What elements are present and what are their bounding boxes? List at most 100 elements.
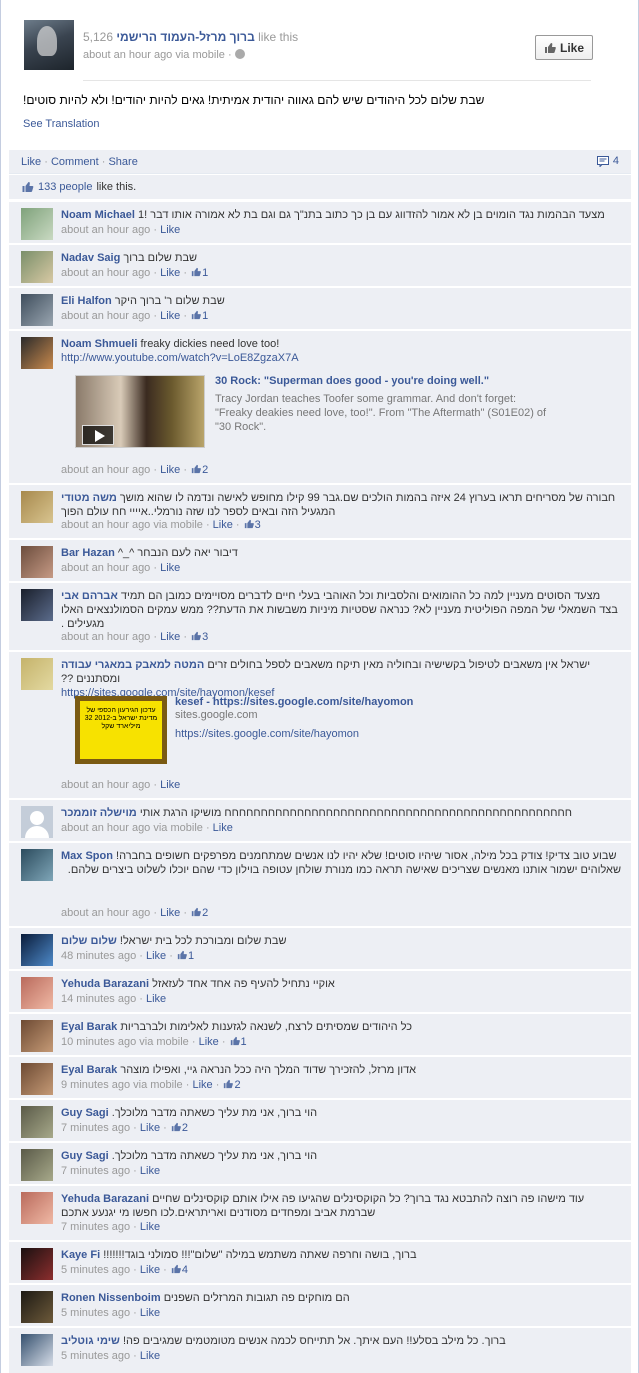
comment-time[interactable]: 10 minutes ago via mobile <box>61 1036 189 1048</box>
comment-time[interactable]: about an hour ago <box>61 779 150 791</box>
comment-like-link[interactable]: Like <box>140 1264 160 1276</box>
comment-like-link[interactable]: Like <box>160 267 180 279</box>
commenter-avatar[interactable] <box>21 589 53 621</box>
like-page-button[interactable]: Like <box>535 35 593 60</box>
commenter-avatar[interactable] <box>21 1291 53 1323</box>
commenter-name[interactable]: אברהם אבי <box>61 590 118 602</box>
commenter-name[interactable]: Noam Michael <box>61 209 135 221</box>
commenter-name[interactable]: שלום שלום <box>61 935 117 947</box>
comment-link-url[interactable]: http://www.youtube.com/watch?v=LoE8ZgzaX… <box>61 352 299 364</box>
comment-time[interactable]: 5 minutes ago <box>61 1350 130 1362</box>
commenter-avatar[interactable] <box>21 849 53 881</box>
commenter-avatar[interactable] <box>21 934 53 966</box>
comment-like-count[interactable]: 2 <box>190 907 208 919</box>
comment-like-link[interactable]: Like <box>213 519 233 531</box>
comment-like-link[interactable]: Like <box>140 1122 160 1134</box>
comment-link[interactable]: Comment <box>51 156 99 168</box>
commenter-name[interactable]: מוישלה זוממכר <box>61 807 137 819</box>
commenter-avatar[interactable] <box>21 977 53 1009</box>
commenter-name[interactable]: Eli Halfon <box>61 295 112 307</box>
comment-time[interactable]: 7 minutes ago <box>61 1165 130 1177</box>
comment-like-count[interactable]: 4 <box>170 1264 188 1276</box>
commenter-name[interactable]: Noam Shmueli <box>61 338 137 350</box>
post-time[interactable]: about an hour ago via mobile <box>83 49 225 61</box>
page-name-link[interactable]: ברוך מרזל-העמוד הרישמי <box>116 30 254 44</box>
comment-like-link[interactable]: Like <box>146 993 166 1005</box>
commenter-avatar[interactable] <box>21 1149 53 1181</box>
commenter-name[interactable]: Ronen Nissenboim <box>61 1292 161 1304</box>
commenter-name[interactable]: Nadav Saig <box>61 252 120 264</box>
comment-like-count[interactable]: 1 <box>176 950 194 962</box>
commenter-avatar[interactable] <box>21 1248 53 1280</box>
comment-like-link[interactable]: Like <box>160 631 180 643</box>
preview-title[interactable]: 30 Rock: "Superman does good - you're do… <box>215 375 555 387</box>
comment-like-count[interactable]: 2 <box>190 464 208 476</box>
comment-time[interactable]: about an hour ago via mobile <box>61 822 203 834</box>
comment-like-count[interactable]: 1 <box>190 310 208 322</box>
comment-like-count[interactable]: 1 <box>229 1036 247 1048</box>
comment-like-link[interactable]: Like <box>160 779 180 791</box>
commenter-avatar[interactable] <box>21 546 53 578</box>
comment-like-link[interactable]: Like <box>140 1221 160 1233</box>
comment-like-link[interactable]: Like <box>199 1036 219 1048</box>
comment-time[interactable]: about an hour ago <box>61 464 150 476</box>
comment-count[interactable]: 4 <box>596 155 619 167</box>
commenter-avatar[interactable] <box>21 251 53 283</box>
like-post-link[interactable]: Like <box>21 156 41 168</box>
commenter-avatar[interactable] <box>21 1063 53 1095</box>
comment-time[interactable]: about an hour ago via mobile <box>61 519 203 531</box>
commenter-name[interactable]: המטה למאבק במאגרי עבודה <box>61 659 204 671</box>
comment-like-link[interactable]: Like <box>213 822 233 834</box>
commenter-name[interactable]: Guy Sagi <box>61 1150 109 1162</box>
commenter-avatar[interactable] <box>21 1106 53 1138</box>
commenter-avatar[interactable] <box>21 337 53 369</box>
page-avatar[interactable] <box>24 20 74 70</box>
comment-time[interactable]: about an hour ago <box>61 310 150 322</box>
preview-title[interactable]: kesef - https://sites.google.com/site/ha… <box>175 696 555 708</box>
comment-like-count[interactable]: 1 <box>190 267 208 279</box>
commenter-name[interactable]: Eyal Barak <box>61 1064 117 1076</box>
link-preview[interactable]: 30 Rock: "Superman does good - you're do… <box>75 375 615 450</box>
commenter-name[interactable]: שימי גוטליב <box>61 1335 120 1347</box>
comment-time[interactable]: 5 minutes ago <box>61 1264 130 1276</box>
comment-like-link[interactable]: Like <box>160 562 180 574</box>
comment-like-count[interactable]: 2 <box>222 1079 241 1091</box>
comment-time[interactable]: about an hour ago <box>61 267 150 279</box>
commenter-name[interactable]: Yehuda Barazani <box>61 978 149 990</box>
commenter-name[interactable]: Max Spon <box>61 850 113 862</box>
commenter-avatar[interactable] <box>21 806 53 838</box>
comment-time[interactable]: 7 minutes ago <box>61 1122 130 1134</box>
comment-time[interactable]: about an hour ago <box>61 562 150 574</box>
share-link[interactable]: Share <box>108 156 137 168</box>
commenter-name[interactable]: Kaye Fi <box>61 1249 100 1261</box>
link-preview[interactable]: עדכון הגירעון הכספי של מדינת ישראל ב-201… <box>75 696 615 766</box>
commenter-name[interactable]: Eyal Barak <box>61 1021 117 1033</box>
comment-time[interactable]: 48 minutes ago <box>61 950 136 962</box>
comment-like-link[interactable]: Like <box>192 1079 212 1091</box>
comment-time[interactable]: 14 minutes ago <box>61 993 136 1005</box>
preview-image[interactable]: עדכון הגירעון הכספי של מדינת ישראל ב-201… <box>75 696 167 764</box>
play-icon[interactable] <box>82 425 114 445</box>
commenter-name[interactable]: Yehuda Barazani <box>61 1193 149 1205</box>
comment-like-link[interactable]: Like <box>160 464 180 476</box>
likes-count-link[interactable]: 133 people <box>38 181 92 193</box>
commenter-avatar[interactable] <box>21 491 53 523</box>
commenter-name[interactable]: Bar Hazan <box>61 547 115 559</box>
commenter-avatar[interactable] <box>21 1192 53 1224</box>
comment-time[interactable]: 5 minutes ago <box>61 1307 130 1319</box>
comment-time[interactable]: 7 minutes ago <box>61 1221 130 1233</box>
video-thumbnail[interactable] <box>75 375 205 448</box>
commenter-avatar[interactable] <box>21 658 53 690</box>
comment-like-link[interactable]: Like <box>160 907 180 919</box>
comment-time[interactable]: about an hour ago <box>61 907 150 919</box>
preview-link[interactable]: https://sites.google.com/site/hayomon <box>175 728 555 740</box>
see-translation-link[interactable]: See Translation <box>23 118 99 130</box>
comment-like-link[interactable]: Like <box>140 1307 160 1319</box>
commenter-name[interactable]: Guy Sagi <box>61 1107 109 1119</box>
commenter-name[interactable]: משה מטודי <box>61 492 117 504</box>
comment-like-count[interactable]: 3 <box>190 631 208 643</box>
commenter-avatar[interactable] <box>21 294 53 326</box>
comment-like-link[interactable]: Like <box>146 950 166 962</box>
comment-time[interactable]: about an hour ago <box>61 224 150 236</box>
comment-like-count[interactable]: 2 <box>170 1122 188 1134</box>
